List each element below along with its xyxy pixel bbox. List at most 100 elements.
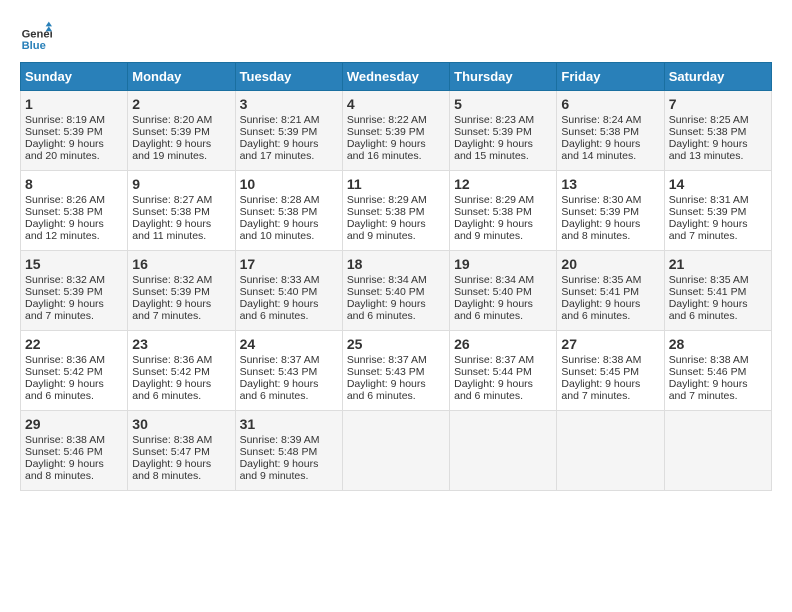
sunrise: Sunrise: 8:37 AM bbox=[347, 354, 427, 366]
page-header: General Blue bbox=[20, 20, 772, 52]
sunrise: Sunrise: 8:34 AM bbox=[454, 274, 534, 286]
sunset: Sunset: 5:42 PM bbox=[25, 366, 103, 378]
sunset: Sunset: 5:44 PM bbox=[454, 366, 532, 378]
day-number: 14 bbox=[669, 176, 767, 192]
day-header: Tuesday bbox=[235, 63, 342, 91]
sunset: Sunset: 5:38 PM bbox=[25, 206, 103, 218]
sunset: Sunset: 5:38 PM bbox=[561, 126, 639, 138]
sunrise: Sunrise: 8:31 AM bbox=[669, 194, 749, 206]
sunset: Sunset: 5:39 PM bbox=[132, 286, 210, 298]
calendar-cell: 18 Sunrise: 8:34 AM Sunset: 5:40 PM Dayl… bbox=[342, 251, 449, 331]
daylight: Daylight: 9 hours and 6 minutes. bbox=[240, 298, 319, 322]
day-number: 24 bbox=[240, 336, 338, 352]
calendar-cell: 19 Sunrise: 8:34 AM Sunset: 5:40 PM Dayl… bbox=[450, 251, 557, 331]
day-number: 15 bbox=[25, 256, 123, 272]
daylight: Daylight: 9 hours and 9 minutes. bbox=[347, 218, 426, 242]
sunset: Sunset: 5:48 PM bbox=[240, 446, 318, 458]
sunrise: Sunrise: 8:32 AM bbox=[25, 274, 105, 286]
day-number: 25 bbox=[347, 336, 445, 352]
day-number: 5 bbox=[454, 96, 552, 112]
sunrise: Sunrise: 8:27 AM bbox=[132, 194, 212, 206]
calendar-cell: 17 Sunrise: 8:33 AM Sunset: 5:40 PM Dayl… bbox=[235, 251, 342, 331]
calendar-cell: 29 Sunrise: 8:38 AM Sunset: 5:46 PM Dayl… bbox=[21, 411, 128, 491]
sunset: Sunset: 5:45 PM bbox=[561, 366, 639, 378]
calendar-cell: 2 Sunrise: 8:20 AM Sunset: 5:39 PM Dayli… bbox=[128, 91, 235, 171]
calendar-cell: 10 Sunrise: 8:28 AM Sunset: 5:38 PM Dayl… bbox=[235, 171, 342, 251]
day-number: 19 bbox=[454, 256, 552, 272]
day-number: 6 bbox=[561, 96, 659, 112]
sunrise: Sunrise: 8:39 AM bbox=[240, 434, 320, 446]
day-number: 28 bbox=[669, 336, 767, 352]
sunrise: Sunrise: 8:36 AM bbox=[132, 354, 212, 366]
sunrise: Sunrise: 8:33 AM bbox=[240, 274, 320, 286]
sunset: Sunset: 5:39 PM bbox=[669, 206, 747, 218]
sunset: Sunset: 5:38 PM bbox=[669, 126, 747, 138]
sunrise: Sunrise: 8:37 AM bbox=[240, 354, 320, 366]
calendar-cell: 3 Sunrise: 8:21 AM Sunset: 5:39 PM Dayli… bbox=[235, 91, 342, 171]
calendar-week-row: 1 Sunrise: 8:19 AM Sunset: 5:39 PM Dayli… bbox=[21, 91, 772, 171]
sunset: Sunset: 5:39 PM bbox=[240, 126, 318, 138]
logo: General Blue bbox=[20, 20, 56, 52]
day-number: 8 bbox=[25, 176, 123, 192]
calendar-cell: 20 Sunrise: 8:35 AM Sunset: 5:41 PM Dayl… bbox=[557, 251, 664, 331]
sunrise: Sunrise: 8:36 AM bbox=[25, 354, 105, 366]
daylight: Daylight: 9 hours and 6 minutes. bbox=[240, 378, 319, 402]
sunrise: Sunrise: 8:38 AM bbox=[132, 434, 212, 446]
daylight: Daylight: 9 hours and 6 minutes. bbox=[561, 298, 640, 322]
daylight: Daylight: 9 hours and 8 minutes. bbox=[25, 458, 104, 482]
daylight: Daylight: 9 hours and 7 minutes. bbox=[25, 298, 104, 322]
calendar-cell: 14 Sunrise: 8:31 AM Sunset: 5:39 PM Dayl… bbox=[664, 171, 771, 251]
calendar-cell: 23 Sunrise: 8:36 AM Sunset: 5:42 PM Dayl… bbox=[128, 331, 235, 411]
sunset: Sunset: 5:39 PM bbox=[25, 286, 103, 298]
sunset: Sunset: 5:40 PM bbox=[347, 286, 425, 298]
sunset: Sunset: 5:43 PM bbox=[347, 366, 425, 378]
svg-text:Blue: Blue bbox=[22, 40, 46, 52]
sunrise: Sunrise: 8:23 AM bbox=[454, 114, 534, 126]
daylight: Daylight: 9 hours and 17 minutes. bbox=[240, 138, 319, 162]
daylight: Daylight: 9 hours and 12 minutes. bbox=[25, 218, 104, 242]
day-number: 31 bbox=[240, 416, 338, 432]
daylight: Daylight: 9 hours and 11 minutes. bbox=[132, 218, 211, 242]
day-number: 30 bbox=[132, 416, 230, 432]
daylight: Daylight: 9 hours and 10 minutes. bbox=[240, 218, 319, 242]
daylight: Daylight: 9 hours and 6 minutes. bbox=[25, 378, 104, 402]
calendar-cell: 28 Sunrise: 8:38 AM Sunset: 5:46 PM Dayl… bbox=[664, 331, 771, 411]
calendar-cell: 24 Sunrise: 8:37 AM Sunset: 5:43 PM Dayl… bbox=[235, 331, 342, 411]
calendar-week-row: 22 Sunrise: 8:36 AM Sunset: 5:42 PM Dayl… bbox=[21, 331, 772, 411]
sunset: Sunset: 5:38 PM bbox=[132, 206, 210, 218]
sunrise: Sunrise: 8:35 AM bbox=[561, 274, 641, 286]
calendar-week-row: 29 Sunrise: 8:38 AM Sunset: 5:46 PM Dayl… bbox=[21, 411, 772, 491]
day-header: Sunday bbox=[21, 63, 128, 91]
sunset: Sunset: 5:46 PM bbox=[669, 366, 747, 378]
sunrise: Sunrise: 8:26 AM bbox=[25, 194, 105, 206]
calendar-cell: 5 Sunrise: 8:23 AM Sunset: 5:39 PM Dayli… bbox=[450, 91, 557, 171]
day-number: 7 bbox=[669, 96, 767, 112]
sunset: Sunset: 5:41 PM bbox=[561, 286, 639, 298]
daylight: Daylight: 9 hours and 9 minutes. bbox=[240, 458, 319, 482]
sunset: Sunset: 5:38 PM bbox=[240, 206, 318, 218]
sunrise: Sunrise: 8:34 AM bbox=[347, 274, 427, 286]
day-number: 4 bbox=[347, 96, 445, 112]
calendar-header-row: SundayMondayTuesdayWednesdayThursdayFrid… bbox=[21, 63, 772, 91]
daylight: Daylight: 9 hours and 16 minutes. bbox=[347, 138, 426, 162]
sunrise: Sunrise: 8:35 AM bbox=[669, 274, 749, 286]
sunset: Sunset: 5:42 PM bbox=[132, 366, 210, 378]
day-number: 3 bbox=[240, 96, 338, 112]
daylight: Daylight: 9 hours and 6 minutes. bbox=[347, 298, 426, 322]
day-header: Thursday bbox=[450, 63, 557, 91]
calendar-cell bbox=[450, 411, 557, 491]
sunrise: Sunrise: 8:21 AM bbox=[240, 114, 320, 126]
sunset: Sunset: 5:46 PM bbox=[25, 446, 103, 458]
daylight: Daylight: 9 hours and 9 minutes. bbox=[454, 218, 533, 242]
day-number: 2 bbox=[132, 96, 230, 112]
day-number: 1 bbox=[25, 96, 123, 112]
day-header: Saturday bbox=[664, 63, 771, 91]
sunrise: Sunrise: 8:24 AM bbox=[561, 114, 641, 126]
day-number: 22 bbox=[25, 336, 123, 352]
sunrise: Sunrise: 8:29 AM bbox=[347, 194, 427, 206]
day-number: 27 bbox=[561, 336, 659, 352]
daylight: Daylight: 9 hours and 8 minutes. bbox=[132, 458, 211, 482]
sunset: Sunset: 5:39 PM bbox=[561, 206, 639, 218]
sunrise: Sunrise: 8:32 AM bbox=[132, 274, 212, 286]
calendar-cell: 21 Sunrise: 8:35 AM Sunset: 5:41 PM Dayl… bbox=[664, 251, 771, 331]
